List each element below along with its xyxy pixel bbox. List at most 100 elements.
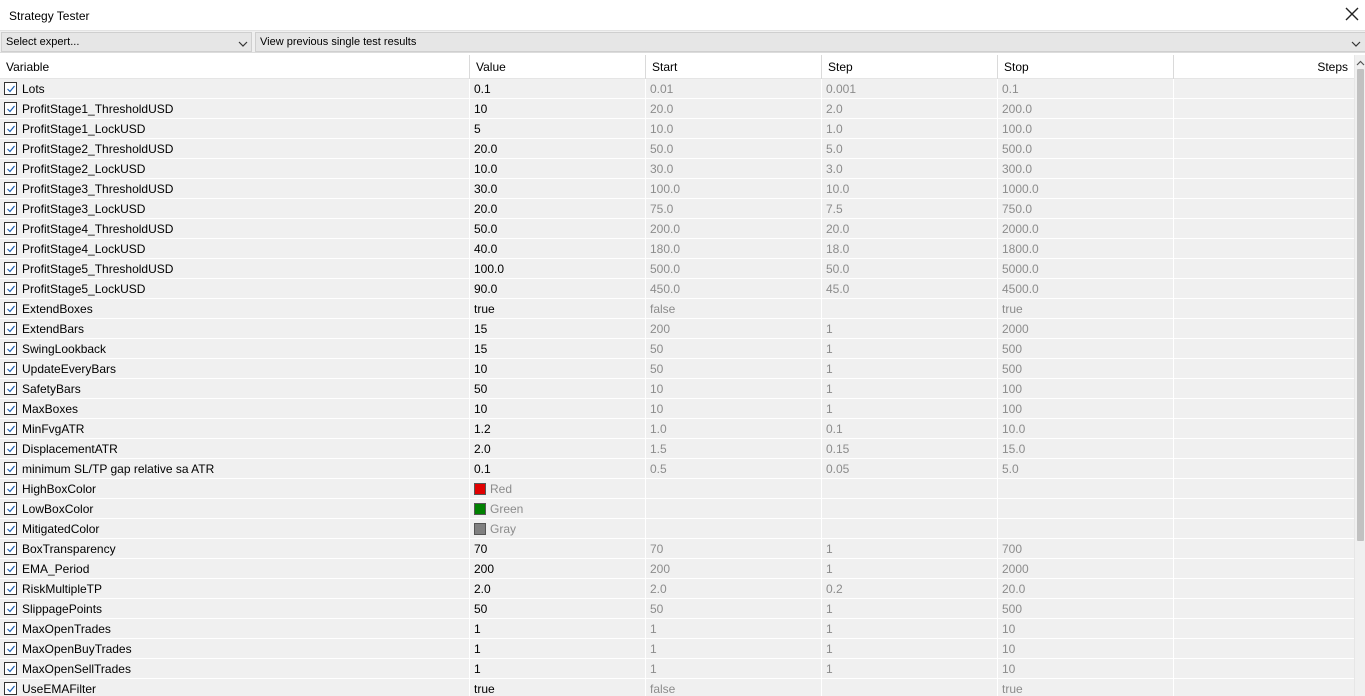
value-cell[interactable]: 1.2 (470, 419, 646, 439)
table-row[interactable]: MaxBoxes 10 10 1 100 (0, 399, 1354, 419)
value-cell[interactable]: 20.0 (470, 139, 646, 159)
value-cell[interactable]: 0.1 (470, 79, 646, 99)
step-cell[interactable]: 1 (822, 559, 998, 579)
start-cell[interactable]: 0.01 (646, 79, 822, 99)
stop-cell[interactable]: true (998, 679, 1174, 696)
value-cell[interactable]: 10 (470, 399, 646, 419)
stop-cell[interactable]: 5.0 (998, 459, 1174, 479)
stop-cell[interactable]: 20.0 (998, 579, 1174, 599)
table-row[interactable]: minimum SL/TP gap relative sa ATR 0.1 0.5 0… (0, 459, 1354, 479)
column-header-step[interactable]: Step (822, 55, 998, 79)
stop-cell[interactable]: 5000.0 (998, 259, 1174, 279)
value-cell[interactable]: 10 (470, 99, 646, 119)
value-cell[interactable]: 1 (470, 639, 646, 659)
table-row[interactable]: ProfitStage1_LockUSD 5 10.0 1.0 100.0 (0, 119, 1354, 139)
table-row[interactable]: LowBoxColor Green (0, 499, 1354, 519)
start-cell[interactable] (646, 519, 822, 539)
step-cell[interactable]: 1 (822, 339, 998, 359)
table-row[interactable]: ProfitStage5_LockUSD 90.0 450.0 45.0 4500.0 (0, 279, 1354, 299)
stop-cell[interactable]: 700 (998, 539, 1174, 559)
stop-cell[interactable]: 200.0 (998, 99, 1174, 119)
value-cell[interactable]: 70 (470, 539, 646, 559)
start-cell[interactable] (646, 499, 822, 519)
stop-cell[interactable]: 2000.0 (998, 219, 1174, 239)
step-cell[interactable]: 1 (822, 619, 998, 639)
table-row[interactable]: ProfitStage5_ThresholdUSD 100.0 500.0 50.0 5… (0, 259, 1354, 279)
table-row[interactable]: ProfitStage3_LockUSD 20.0 75.0 7.5 750.0 (0, 199, 1354, 219)
value-cell[interactable]: 2.0 (470, 579, 646, 599)
table-row[interactable]: MitigatedColor Gray (0, 519, 1354, 539)
start-cell[interactable]: 30.0 (646, 159, 822, 179)
table-row[interactable]: Lots 0.1 0.01 0.001 0.1 (0, 79, 1354, 99)
stop-cell[interactable]: 10.0 (998, 419, 1174, 439)
stop-cell[interactable]: 2000 (998, 559, 1174, 579)
table-row[interactable]: MinFvgATR 1.2 1.0 0.1 10.0 (0, 419, 1354, 439)
start-cell[interactable]: 450.0 (646, 279, 822, 299)
start-cell[interactable]: 10 (646, 399, 822, 419)
table-row[interactable]: UseEMAFilter true false true (0, 679, 1354, 696)
color-value[interactable]: Red (470, 479, 646, 499)
start-cell[interactable]: 1 (646, 639, 822, 659)
table-row[interactable]: SlippagePoints 50 50 1 500 (0, 599, 1354, 619)
step-cell[interactable]: 1 (822, 399, 998, 419)
start-cell[interactable]: 2.0 (646, 579, 822, 599)
step-cell[interactable] (822, 299, 998, 319)
stop-cell[interactable]: 500 (998, 359, 1174, 379)
step-cell[interactable]: 1 (822, 599, 998, 619)
value-cell[interactable]: 10 (470, 359, 646, 379)
step-cell[interactable] (822, 519, 998, 539)
table-row[interactable]: MaxOpenBuyTrades 1 1 1 10 (0, 639, 1354, 659)
value-cell[interactable]: true (470, 679, 646, 696)
value-cell[interactable]: 50.0 (470, 219, 646, 239)
table-row[interactable]: UpdateEveryBars 10 50 1 500 (0, 359, 1354, 379)
stop-cell[interactable]: 2000 (998, 319, 1174, 339)
step-cell[interactable]: 7.5 (822, 199, 998, 219)
value-cell[interactable]: 15 (470, 319, 646, 339)
step-cell[interactable]: 18.0 (822, 239, 998, 259)
step-cell[interactable]: 3.0 (822, 159, 998, 179)
start-cell[interactable]: 50 (646, 339, 822, 359)
step-cell[interactable] (822, 679, 998, 696)
stop-cell[interactable]: 15.0 (998, 439, 1174, 459)
start-cell[interactable]: 1 (646, 659, 822, 679)
value-cell[interactable]: 0.1 (470, 459, 646, 479)
stop-cell[interactable] (998, 519, 1174, 539)
start-cell[interactable]: 10.0 (646, 119, 822, 139)
column-header-stop[interactable]: Stop (998, 55, 1174, 79)
color-value[interactable]: Green (470, 499, 646, 519)
start-cell[interactable]: 50 (646, 359, 822, 379)
column-header-start[interactable]: Start (646, 55, 822, 79)
stop-cell[interactable] (998, 499, 1174, 519)
stop-cell[interactable]: 100 (998, 399, 1174, 419)
value-cell[interactable]: 90.0 (470, 279, 646, 299)
table-row[interactable]: ProfitStage4_LockUSD 40.0 180.0 18.0 1800.0 (0, 239, 1354, 259)
stop-cell[interactable]: 500 (998, 339, 1174, 359)
value-cell[interactable]: 1 (470, 619, 646, 639)
value-cell[interactable]: 5 (470, 119, 646, 139)
stop-cell[interactable]: 100.0 (998, 119, 1174, 139)
step-cell[interactable]: 1 (822, 659, 998, 679)
stop-cell[interactable]: 10 (998, 639, 1174, 659)
value-cell[interactable]: 1 (470, 659, 646, 679)
stop-cell[interactable] (998, 479, 1174, 499)
table-row[interactable]: BoxTransparency 70 70 1 700 (0, 539, 1354, 559)
stop-cell[interactable]: 1000.0 (998, 179, 1174, 199)
step-cell[interactable]: 50.0 (822, 259, 998, 279)
table-row[interactable]: ProfitStage3_ThresholdUSD 30.0 100.0 10.0 10… (0, 179, 1354, 199)
start-cell[interactable]: 10 (646, 379, 822, 399)
table-row[interactable]: SwingLookback 15 50 1 500 (0, 339, 1354, 359)
start-cell[interactable]: 0.5 (646, 459, 822, 479)
start-cell[interactable]: 1 (646, 619, 822, 639)
start-cell[interactable]: 200 (646, 319, 822, 339)
stop-cell[interactable]: 750.0 (998, 199, 1174, 219)
table-row[interactable]: HighBoxColor Red (0, 479, 1354, 499)
start-cell[interactable]: 200.0 (646, 219, 822, 239)
stop-cell[interactable]: 300.0 (998, 159, 1174, 179)
table-row[interactable]: ProfitStage4_ThresholdUSD 50.0 200.0 20.0 20… (0, 219, 1354, 239)
step-cell[interactable]: 1 (822, 539, 998, 559)
table-row[interactable]: EMA_Period 200 200 1 2000 (0, 559, 1354, 579)
table-row[interactable]: SafetyBars 50 10 1 100 (0, 379, 1354, 399)
step-cell[interactable]: 0.001 (822, 79, 998, 99)
color-value[interactable]: Gray (470, 519, 646, 539)
stop-cell[interactable]: 4500.0 (998, 279, 1174, 299)
